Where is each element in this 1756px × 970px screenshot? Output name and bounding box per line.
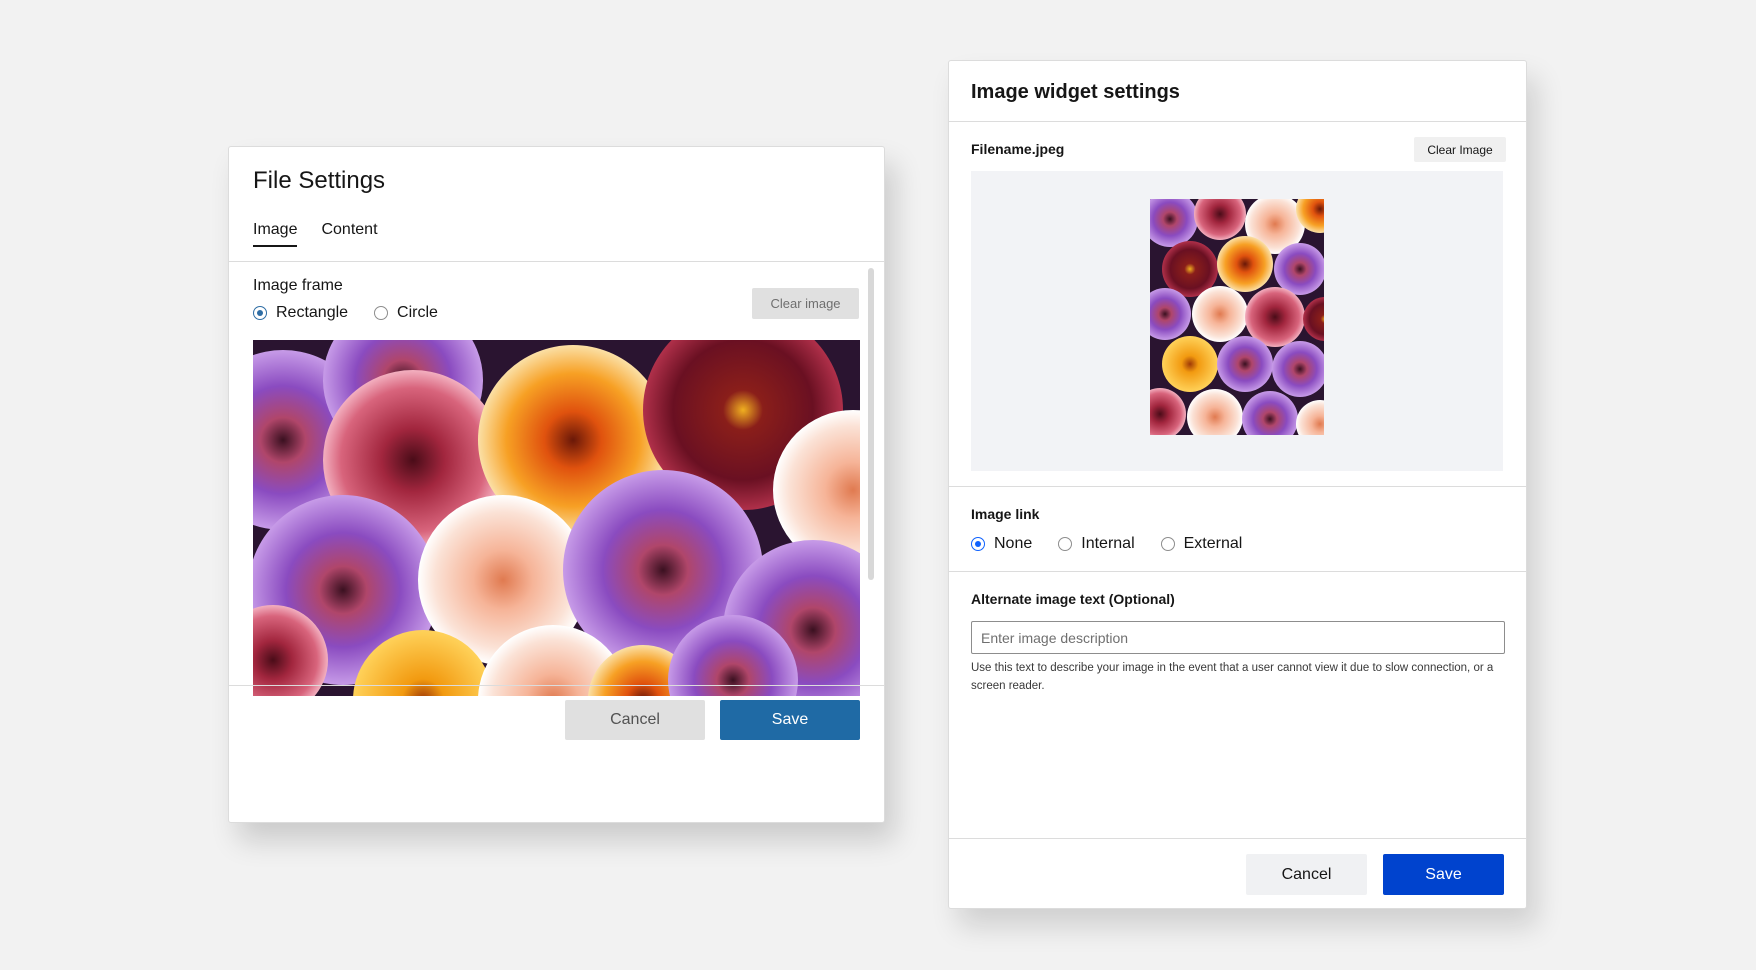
dialog-title: File Settings: [253, 167, 386, 194]
save-button[interactable]: Save: [1383, 854, 1504, 895]
radio-label: None: [994, 535, 1033, 552]
alt-text-helper: Use this text to describe your image in …: [971, 662, 1494, 692]
divider: [949, 121, 1526, 122]
divider: [229, 685, 884, 686]
radio-label: External: [1183, 535, 1243, 552]
flower-photo: [1150, 199, 1324, 435]
flower-photo: [253, 340, 860, 696]
clear-image-button[interactable]: Clear image: [752, 288, 859, 319]
radio-button[interactable]: [971, 537, 985, 551]
image-link-radio-group: None Internal External: [971, 535, 1242, 553]
radio-button[interactable]: [374, 306, 389, 320]
file-settings-dialog: File Settings Image Content Image frame …: [228, 146, 885, 823]
scrollbar[interactable]: [868, 268, 874, 580]
cancel-button[interactable]: Cancel: [565, 700, 705, 740]
radio-external[interactable]: External: [1160, 535, 1243, 553]
image-frame-radio-group: Rectangle Circle: [253, 304, 438, 322]
radio-label: Circle: [397, 304, 438, 321]
radio-button[interactable]: [253, 306, 267, 320]
tab-content[interactable]: Content: [321, 221, 377, 247]
clear-image-button[interactable]: Clear Image: [1414, 137, 1506, 162]
flower-image-preview: [253, 340, 860, 696]
dialog-body: Image frame Rectangle Circle Clear image: [229, 262, 884, 696]
dialog-title: Image widget settings: [971, 81, 1180, 103]
save-button[interactable]: Save: [720, 700, 860, 740]
filename-label: Filename.jpeg: [971, 141, 1065, 157]
radio-none[interactable]: None: [971, 535, 1032, 553]
image-preview-area: [971, 171, 1503, 471]
cancel-button[interactable]: Cancel: [1246, 854, 1367, 895]
image-widget-settings-dialog: Image widget settings Filename.jpeg Clea…: [948, 60, 1527, 909]
radio-internal[interactable]: Internal: [1058, 535, 1135, 553]
radio-button[interactable]: [1160, 537, 1175, 551]
alt-text-input[interactable]: [971, 621, 1505, 654]
flower-thumbnail: [1150, 199, 1324, 435]
image-link-label: Image link: [971, 506, 1040, 522]
image-frame-label: Image frame: [253, 277, 343, 294]
radio-rectangle[interactable]: Rectangle: [253, 304, 348, 322]
radio-label: Internal: [1081, 535, 1135, 552]
tab-list: Image Content: [253, 221, 378, 247]
radio-button[interactable]: [1058, 537, 1073, 551]
divider: [949, 486, 1526, 487]
radio-label: Rectangle: [276, 304, 349, 321]
divider: [949, 571, 1526, 572]
radio-circle[interactable]: Circle: [374, 304, 438, 322]
tab-image[interactable]: Image: [253, 221, 298, 247]
divider: [949, 838, 1526, 839]
alt-text-label: Alternate image text (Optional): [971, 591, 1175, 607]
